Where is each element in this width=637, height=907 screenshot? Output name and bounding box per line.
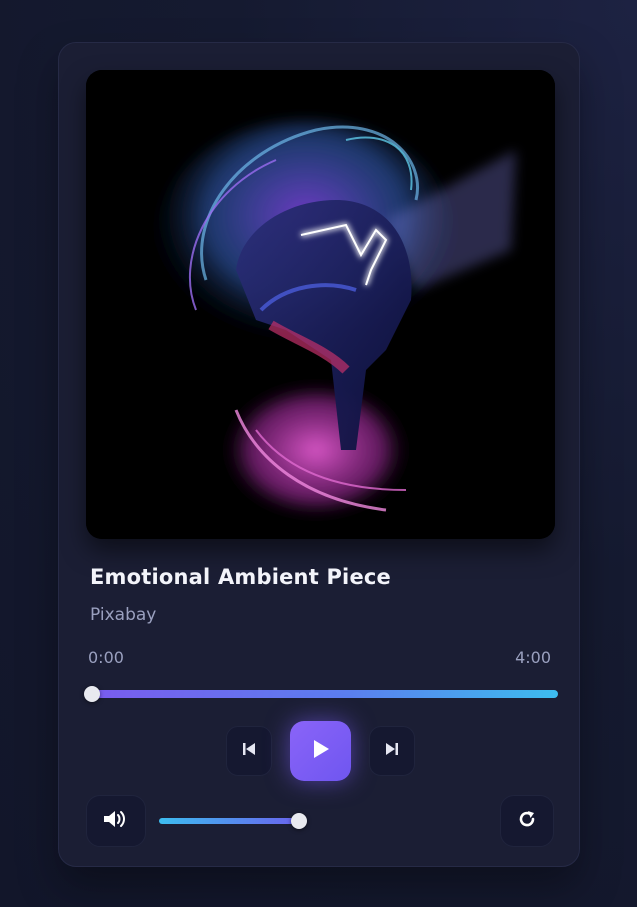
track-title: Emotional Ambient Piece xyxy=(90,565,391,589)
music-player-card: Emotional Ambient Piece Pixabay 0:00 4:0… xyxy=(58,42,580,867)
progress-slider[interactable] xyxy=(84,686,558,702)
volume-slider[interactable] xyxy=(159,813,307,829)
volume-button[interactable] xyxy=(86,795,146,847)
next-track-button[interactable] xyxy=(369,726,415,776)
play-button[interactable] xyxy=(290,721,351,781)
track-duration: 4:00 xyxy=(515,648,551,667)
skip-previous-icon xyxy=(241,741,257,761)
previous-track-button[interactable] xyxy=(226,726,272,776)
repeat-button[interactable] xyxy=(500,795,554,847)
current-time: 0:00 xyxy=(88,648,124,667)
album-art xyxy=(86,70,555,539)
skip-next-icon xyxy=(384,741,400,761)
play-icon xyxy=(312,739,330,763)
track-artist: Pixabay xyxy=(90,605,157,625)
repeat-icon xyxy=(517,809,537,833)
volume-slider-thumb[interactable] xyxy=(291,813,307,829)
progress-slider-thumb[interactable] xyxy=(84,686,100,702)
volume-high-icon xyxy=(102,808,130,834)
